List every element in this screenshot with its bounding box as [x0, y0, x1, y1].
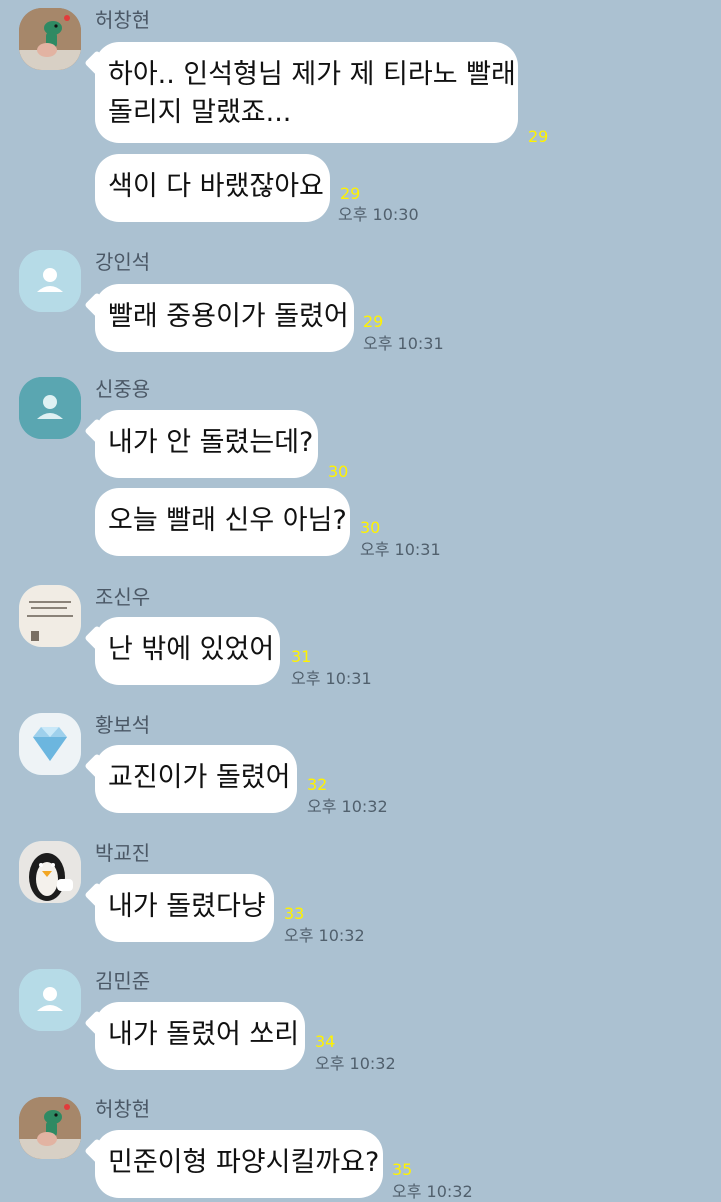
- message-text: 빨래 중용이가 돌렸어: [108, 301, 349, 332]
- message-timestamp: 오후 10:31: [360, 540, 441, 559]
- unread-count: 30: [360, 518, 381, 537]
- unread-count: 35: [392, 1160, 413, 1179]
- unread-count: 33: [284, 904, 305, 923]
- message-timestamp: 오후 10:32: [315, 1054, 396, 1073]
- text-card-profile-icon[interactable]: [19, 585, 81, 647]
- message-text: 민준이형 파양시킬까요?: [108, 1147, 380, 1178]
- default-user-dark-icon[interactable]: [19, 377, 81, 439]
- diamond-profile-icon[interactable]: [19, 713, 81, 775]
- message-timestamp: 오후 10:32: [284, 926, 365, 945]
- message-timestamp: 오후 10:31: [363, 334, 444, 353]
- sender-name: 황보석: [95, 713, 151, 737]
- default-user-icon[interactable]: [19, 250, 81, 312]
- message-timestamp: 오후 10:32: [392, 1182, 473, 1201]
- unread-count: 30: [328, 462, 349, 481]
- dinosaur-profile-icon[interactable]: [19, 8, 81, 70]
- message-bubble[interactable]: 내가 안 돌렸는데?: [95, 410, 318, 478]
- message-text: 내가 돌렸어 쏘리: [108, 1019, 300, 1050]
- sender-name: 허창현: [95, 8, 151, 32]
- message-timestamp: 오후 10:30: [338, 205, 419, 224]
- message-bubble[interactable]: 교진이가 돌렸어: [95, 745, 297, 813]
- unread-count: 29: [528, 127, 549, 146]
- sender-name: 강인석: [95, 250, 151, 274]
- message-text: 색이 다 바랬잖아요: [108, 171, 324, 202]
- default-user-icon[interactable]: [19, 969, 81, 1031]
- sender-name: 조신우: [95, 585, 151, 609]
- unread-count: 29: [363, 312, 384, 331]
- message-text-line: 돌리지 말랬죠...: [108, 97, 292, 128]
- message-text: 내가 안 돌렸는데?: [108, 427, 314, 458]
- message-bubble[interactable]: 색이 다 바랬잖아요: [95, 154, 330, 222]
- dinosaur-profile-icon[interactable]: [19, 1097, 81, 1159]
- message-timestamp: 오후 10:31: [291, 669, 372, 688]
- message-bubble[interactable]: 난 밖에 있었어: [95, 617, 280, 685]
- penguin-profile-icon[interactable]: [19, 841, 81, 903]
- message-bubble[interactable]: 빨래 중용이가 돌렸어: [95, 284, 354, 352]
- message-bubble[interactable]: 오늘 빨래 신우 아님?: [95, 488, 350, 556]
- unread-count: 34: [315, 1032, 336, 1051]
- message-timestamp: 오후 10:32: [307, 797, 388, 816]
- sender-name: 허창현: [95, 1097, 151, 1121]
- message-text: 난 밖에 있었어: [108, 634, 275, 665]
- sender-name: 신중용: [95, 377, 151, 401]
- sender-name: 김민준: [95, 969, 151, 993]
- message-text: 내가 돌렸다냥: [108, 891, 266, 922]
- message-bubble[interactable]: 내가 돌렸어 쏘리: [95, 1002, 305, 1070]
- unread-count: 32: [307, 775, 328, 794]
- message-text-line: 하아.. 인석형님 제가 제 티라노 빨래: [108, 59, 516, 90]
- message-bubble[interactable]: 내가 돌렸다냥: [95, 874, 274, 942]
- sender-name: 박교진: [95, 841, 151, 865]
- message-text: 교진이가 돌렸어: [108, 762, 291, 793]
- message-text: 오늘 빨래 신우 아님?: [108, 505, 347, 536]
- unread-count: 31: [291, 647, 312, 666]
- unread-count: 29: [340, 184, 361, 203]
- message-bubble[interactable]: 민준이형 파양시킬까요?: [95, 1130, 383, 1198]
- message-bubble[interactable]: 하아.. 인석형님 제가 제 티라노 빨래 돌리지 말랬죠...: [95, 42, 518, 143]
- chat-message-list[interactable]: 허창현 하아.. 인석형님 제가 제 티라노 빨래 돌리지 말랬죠... 29 …: [0, 0, 721, 1201]
